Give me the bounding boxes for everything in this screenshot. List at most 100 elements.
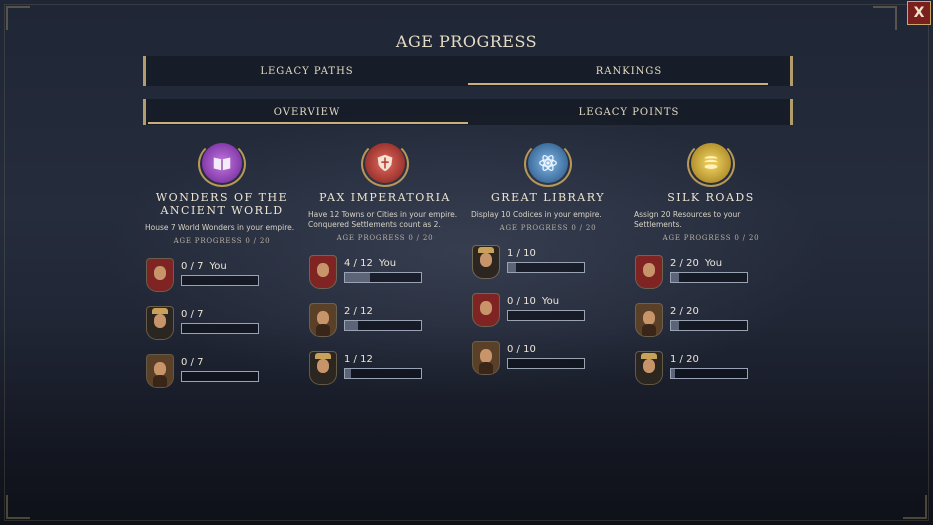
main-tab-bar: LEGACY PATHS RANKINGS (143, 56, 793, 86)
progress-fill (671, 273, 679, 282)
leaderboard-row: 2 / 12 (300, 304, 470, 352)
progress-text: 1 / 20 (670, 354, 748, 366)
leaderboard-row: 0 / 7 You (137, 259, 307, 307)
legacy-column-wonders: WONDERS OF THE ANCIENT WORLD House 7 Wor… (137, 141, 307, 403)
leaderboard-row: 1 / 20 (626, 352, 796, 400)
leader-portrait-avatar[interactable] (636, 256, 662, 288)
leader-portrait-avatar[interactable] (636, 304, 662, 336)
sub-tab-bar: OVERVIEW LEGACY POINTS (143, 99, 793, 125)
progress-group: 2 / 20 You (670, 258, 748, 283)
progress-text: 0 / 10 (507, 344, 585, 356)
age-progress-label: AGE PROGRESS 0 / 20 (662, 234, 760, 242)
legacy-name: SILK ROADS (667, 191, 755, 204)
frame-corner-ornament (6, 495, 30, 519)
progress-text: 0 / 10 You (507, 296, 585, 308)
leader-portrait-avatar[interactable] (310, 304, 336, 336)
you-label: You (378, 258, 397, 269)
progress-fill (345, 321, 358, 330)
progress-text: 0 / 7 You (181, 261, 259, 273)
progress-text: 4 / 12 You (344, 258, 422, 270)
leaderboard-row: 0 / 7 (137, 355, 307, 403)
progress-value: 2 / 12 (344, 306, 373, 317)
leaderboard-row: 1 / 12 (300, 352, 470, 400)
age-progress-label: AGE PROGRESS 0 / 20 (173, 237, 271, 245)
leaderboard-row: 0 / 10 You (463, 294, 633, 342)
frame-corner-ornament (903, 495, 927, 519)
progress-group: 0 / 10 (507, 344, 585, 369)
tab-legacy-paths[interactable]: LEGACY PATHS (146, 56, 468, 86)
legacy-description: Assign 20 Resources to your Settlements. (634, 210, 741, 229)
progress-bar (181, 323, 259, 334)
progress-bar (344, 272, 422, 283)
progress-group: 2 / 12 (344, 306, 422, 331)
leader-portrait-avatar[interactable] (473, 342, 499, 374)
legacy-name: GREAT LIBRARY (491, 191, 605, 204)
leaderboard-row: 4 / 12 You (300, 256, 470, 304)
progress-group: 0 / 7 (181, 357, 259, 382)
progress-group: 2 / 20 (670, 306, 748, 331)
shield-icon (361, 141, 409, 187)
legacy-description: Display 10 Codices in your empire. (471, 210, 602, 219)
page-title: AGE PROGRESS (395, 32, 538, 51)
you-label: You (209, 261, 227, 272)
leader-portrait-avatar[interactable] (147, 307, 173, 339)
leaderboard-row: 2 / 20 You (626, 256, 796, 304)
legacy-description: House 7 World Wonders in your empire. (145, 223, 295, 232)
progress-bar (344, 368, 422, 379)
tab-rankings[interactable]: RANKINGS (468, 56, 790, 86)
progress-group: 1 / 10 (507, 248, 585, 273)
leader-portrait-avatar[interactable] (147, 259, 173, 291)
progress-value: 1 / 12 (344, 354, 373, 365)
progress-value: 2 / 20 (670, 258, 699, 269)
leaderboard-row: 1 / 10 (463, 246, 633, 294)
age-progress-label: AGE PROGRESS 0 / 20 (336, 234, 434, 242)
progress-group: 4 / 12 You (344, 258, 422, 283)
you-label: You (541, 296, 560, 307)
progress-value: 0 / 7 (181, 309, 204, 320)
progress-value: 0 / 10 (507, 344, 536, 355)
leader-portrait-avatar[interactable] (636, 352, 662, 384)
progress-text: 0 / 7 (181, 357, 259, 369)
progress-value: 4 / 12 (344, 258, 373, 269)
atom-icon (524, 141, 572, 187)
you-label: You (704, 258, 723, 269)
progress-bar (670, 272, 748, 283)
progress-bar (344, 320, 422, 331)
leader-portrait-avatar[interactable] (147, 355, 173, 387)
legacy-column-pax: PAX IMPERATORIA Have 12 Towns or Cities … (300, 141, 470, 400)
progress-value: 2 / 20 (670, 306, 699, 317)
progress-group: 0 / 7 You (181, 261, 259, 286)
progress-group: 0 / 7 (181, 309, 259, 334)
legacy-column-silk-roads: SILK ROADS Assign 20 Resources to your S… (626, 141, 796, 400)
progress-text: 2 / 20 (670, 306, 748, 318)
progress-group: 1 / 12 (344, 354, 422, 379)
progress-bar (507, 358, 585, 369)
progress-group: 1 / 20 (670, 354, 748, 379)
progress-bar (507, 310, 585, 321)
progress-text: 1 / 10 (507, 248, 585, 260)
leader-portrait-avatar[interactable] (310, 352, 336, 384)
age-progress-label: AGE PROGRESS 0 / 20 (499, 224, 597, 232)
legacy-description: Have 12 Towns or Cities in your empire. … (308, 210, 458, 229)
legacy-column-library: GREAT LIBRARY Display 10 Codices in your… (463, 141, 633, 390)
progress-bar (507, 262, 585, 273)
coins-icon (687, 141, 735, 187)
leader-portrait-avatar[interactable] (310, 256, 336, 288)
progress-fill (671, 321, 679, 330)
book-icon (198, 141, 246, 187)
progress-text: 2 / 12 (344, 306, 422, 318)
close-button[interactable]: X (907, 1, 931, 25)
subtab-overview[interactable]: OVERVIEW (146, 99, 468, 125)
leaderboard-row: 2 / 20 (626, 304, 796, 352)
progress-fill (508, 263, 516, 272)
frame-corner-ornament (6, 6, 30, 30)
progress-value: 1 / 20 (670, 354, 699, 365)
leader-portrait-avatar[interactable] (473, 294, 499, 326)
progress-bar (670, 368, 748, 379)
leader-portrait-avatar[interactable] (473, 246, 499, 278)
legacy-name: PAX IMPERATORIA (319, 191, 451, 204)
subtab-legacy-points[interactable]: LEGACY POINTS (468, 99, 790, 125)
progress-fill (345, 369, 352, 378)
legacy-name: WONDERS OF THE ANCIENT WORLD (155, 191, 289, 217)
progress-text: 1 / 12 (344, 354, 422, 366)
